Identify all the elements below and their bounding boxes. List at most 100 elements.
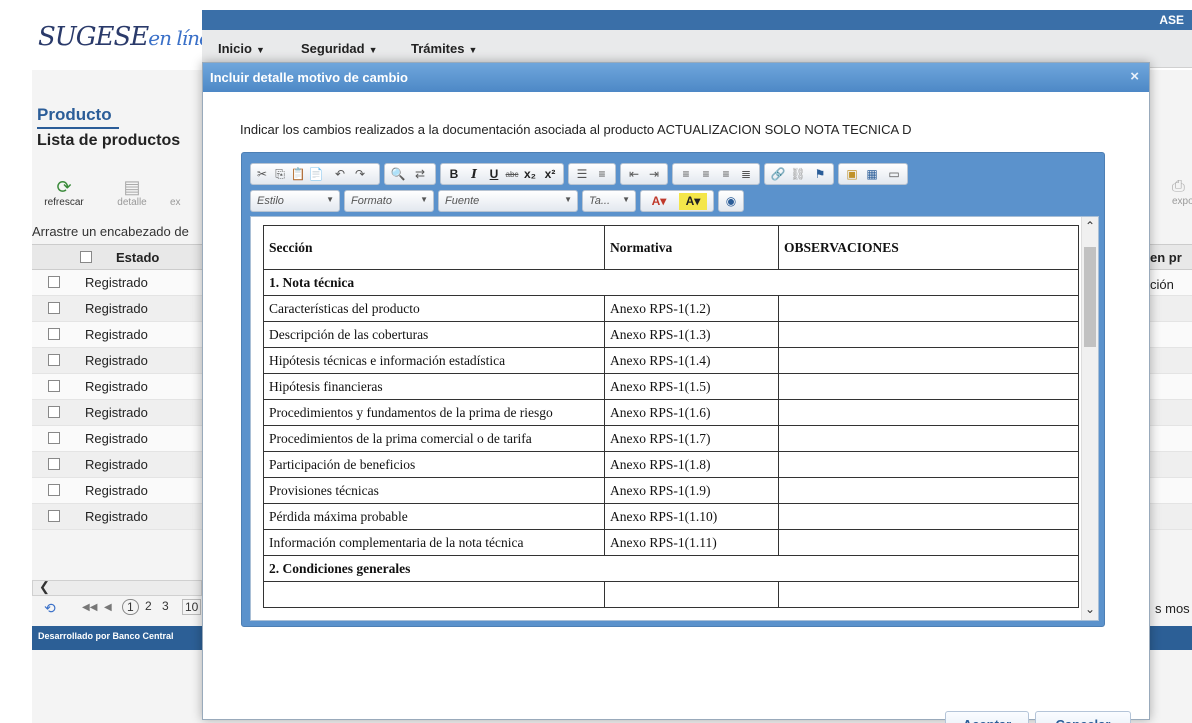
seccion-cell[interactable]: Descripción de las coberturas <box>263 321 605 348</box>
align-justify-icon[interactable]: ≣ <box>737 166 755 183</box>
row-checkbox[interactable] <box>48 406 60 418</box>
table-row-right[interactable] <box>1148 374 1192 400</box>
table-row[interactable]: Registrado <box>32 270 202 296</box>
empty-cell[interactable] <box>778 581 1079 608</box>
table-row[interactable]: Registrado <box>32 374 202 400</box>
subscript-icon[interactable]: x₂ <box>521 166 539 183</box>
select-all-checkbox[interactable] <box>80 251 92 263</box>
seccion-cell[interactable]: Pérdida máxima probable <box>263 503 605 530</box>
vertical-scrollbar[interactable]: ⌃ ⌄ <box>1081 217 1098 620</box>
obs-cell[interactable] <box>778 451 1079 478</box>
chevron-down-icon[interactable]: ⌄ <box>1085 602 1095 616</box>
obs-cell[interactable] <box>778 295 1079 322</box>
normativa-cell[interactable]: Anexo RPS-1(1.3) <box>604 321 779 348</box>
obs-cell[interactable] <box>778 347 1079 374</box>
page-3[interactable]: 3 <box>162 599 169 613</box>
normativa-cell[interactable]: Anexo RPS-1(1.8) <box>604 451 779 478</box>
table-row-right[interactable] <box>1148 296 1192 322</box>
obs-cell[interactable] <box>778 529 1079 556</box>
paste-icon[interactable]: 📋 <box>289 166 307 183</box>
horizontal-scrollbar[interactable]: ❮ <box>32 579 202 596</box>
menu-inicio[interactable]: Inicio ▼ <box>218 41 265 56</box>
bg-color-icon[interactable]: A▾ <box>679 193 707 210</box>
italic-icon[interactable]: I <box>465 166 483 183</box>
undo-icon[interactable]: ↶ <box>331 166 349 183</box>
refresh-icon[interactable]: ⟲ <box>44 600 56 617</box>
normativa-cell[interactable]: Anexo RPS-1(1.7) <box>604 425 779 452</box>
table-row-right[interactable] <box>1148 348 1192 374</box>
numbered-list-icon[interactable]: ☰ <box>573 166 591 183</box>
font-combo[interactable]: Fuente ▼ <box>438 190 578 212</box>
normativa-cell[interactable]: Anexo RPS-1(1.4) <box>604 347 779 374</box>
refresh-button[interactable]: ⟳ refrescar <box>34 178 94 208</box>
export-button-right[interactable]: ⎙export <box>1172 178 1192 207</box>
seccion-cell[interactable]: Hipótesis técnicas e información estadís… <box>263 347 605 374</box>
row-checkbox[interactable] <box>48 302 60 314</box>
obs-cell[interactable] <box>778 373 1079 400</box>
table-row[interactable]: Registrado <box>32 478 202 504</box>
seccion-cell[interactable]: Información complementaria de la nota té… <box>263 529 605 556</box>
maximize-icon[interactable]: ◉ <box>722 193 740 210</box>
page-1[interactable]: 1 <box>122 599 139 615</box>
scrollbar-thumb[interactable] <box>1084 247 1096 347</box>
page-2[interactable]: 2 <box>145 599 152 613</box>
find-icon[interactable]: 🔍 <box>389 166 407 183</box>
replace-icon[interactable]: ⇄ <box>411 166 429 183</box>
empty-cell[interactable] <box>263 581 605 608</box>
format-combo[interactable]: Formato ▼ <box>344 190 434 212</box>
normativa-cell[interactable]: Anexo RPS-1(1.6) <box>604 399 779 426</box>
row-checkbox[interactable] <box>48 354 60 366</box>
row-checkbox[interactable] <box>48 432 60 444</box>
menu-tramites[interactable]: Trámites ▼ <box>411 41 477 56</box>
underline-icon[interactable]: U <box>485 166 503 183</box>
redo-icon[interactable]: ↷ <box>351 166 369 183</box>
horizontal-rule-icon[interactable]: ▭ <box>885 166 903 183</box>
table-row-right[interactable] <box>1148 400 1192 426</box>
table-row[interactable]: Registrado <box>32 322 202 348</box>
detail-button[interactable]: ▤ detalle <box>102 178 162 208</box>
bulleted-list-icon[interactable]: ≡ <box>593 166 611 183</box>
obs-cell[interactable] <box>778 503 1079 530</box>
text-color-icon[interactable]: A▾ <box>645 193 673 210</box>
table-row[interactable]: Registrado <box>32 348 202 374</box>
accept-button[interactable]: Aceptar <box>945 711 1029 723</box>
row-checkbox[interactable] <box>48 276 60 288</box>
table-row-right[interactable] <box>1148 504 1192 530</box>
table-row[interactable]: Registrado <box>32 296 202 322</box>
seccion-cell[interactable]: Provisiones técnicas <box>263 477 605 504</box>
row-checkbox[interactable] <box>48 458 60 470</box>
table-row[interactable]: Registrado <box>32 426 202 452</box>
cancel-button[interactable]: Cancelar <box>1035 711 1131 723</box>
seccion-cell[interactable]: Participación de beneficios <box>263 451 605 478</box>
table-row[interactable]: Registrado <box>32 400 202 426</box>
image-icon[interactable]: ▣ <box>843 166 861 183</box>
row-checkbox[interactable] <box>48 510 60 522</box>
table-row-right[interactable] <box>1148 478 1192 504</box>
outdent-icon[interactable]: ⇤ <box>625 166 643 183</box>
obs-cell[interactable] <box>778 399 1079 426</box>
editor-content[interactable]: Sección Normativa OBSERVACIONES 1. Nota … <box>250 216 1099 621</box>
prev-page-button[interactable]: ◀ <box>104 602 112 613</box>
obs-cell[interactable] <box>778 321 1079 348</box>
table-row[interactable]: Registrado <box>32 452 202 478</box>
row-checkbox[interactable] <box>48 380 60 392</box>
seccion-cell[interactable]: Procedimientos de la prima comercial o d… <box>263 425 605 452</box>
menu-seguridad[interactable]: Seguridad ▼ <box>301 41 378 56</box>
table-icon[interactable]: ▦ <box>863 166 881 183</box>
seccion-cell[interactable]: Hipótesis financieras <box>263 373 605 400</box>
normativa-cell[interactable]: Anexo RPS-1(1.11) <box>604 529 779 556</box>
paste-word-icon[interactable]: 📄 <box>307 166 325 183</box>
link-icon[interactable]: 🔗 <box>769 166 787 183</box>
normativa-cell[interactable]: Anexo RPS-1(1.9) <box>604 477 779 504</box>
export-button-partial[interactable]: ▤ex <box>170 178 200 208</box>
seccion-cell[interactable]: Procedimientos y fundamentos de la prima… <box>263 399 605 426</box>
page-size-select[interactable]: 10 <box>182 599 202 615</box>
obs-cell[interactable] <box>778 425 1079 452</box>
size-combo[interactable]: Ta... ▼ <box>582 190 636 212</box>
normativa-cell[interactable]: Anexo RPS-1(1.10) <box>604 503 779 530</box>
row-checkbox[interactable] <box>48 484 60 496</box>
style-combo[interactable]: Estilo ▼ <box>250 190 340 212</box>
table-row-right[interactable] <box>1148 426 1192 452</box>
chevron-left-icon[interactable]: ❮ <box>39 579 50 595</box>
align-right-icon[interactable]: ≡ <box>717 166 735 183</box>
